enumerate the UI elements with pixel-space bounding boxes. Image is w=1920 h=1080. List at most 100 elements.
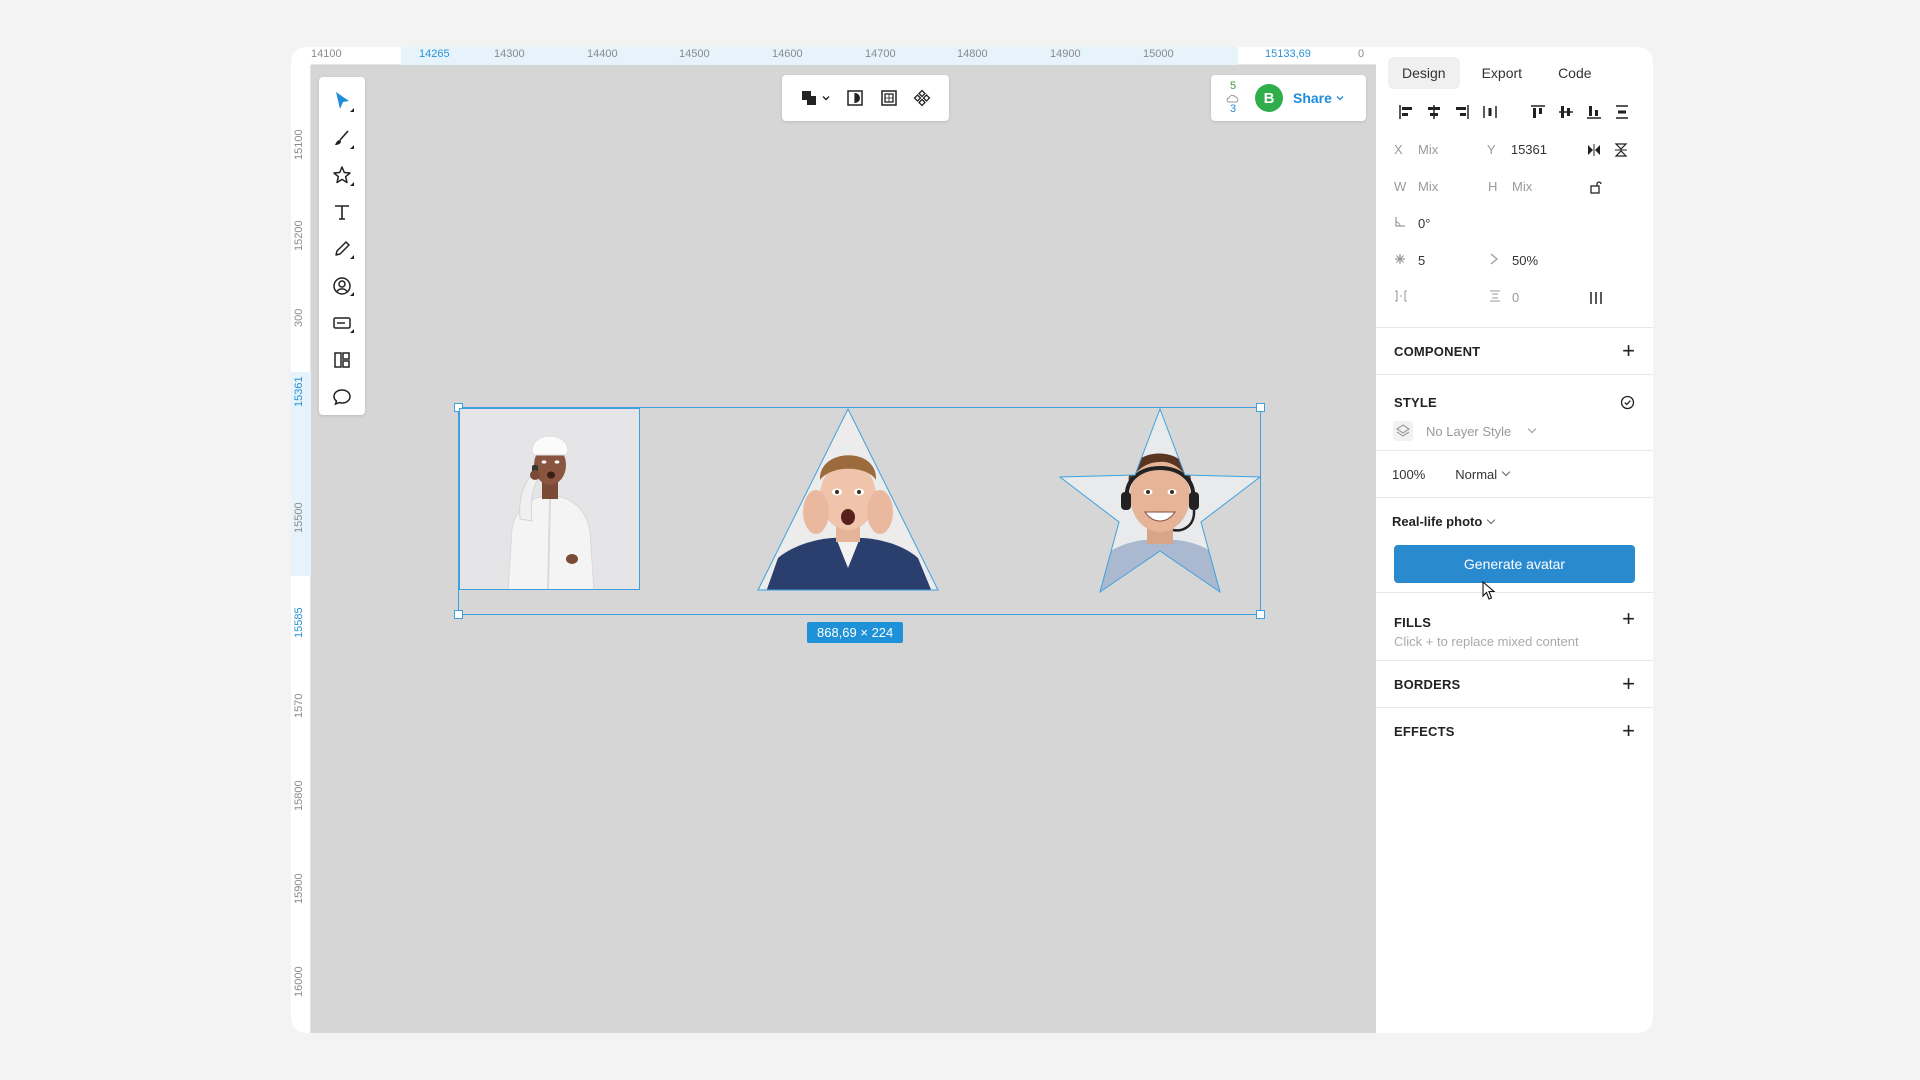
angle-icon bbox=[1395, 217, 1405, 227]
layer-style-icon bbox=[1393, 421, 1413, 441]
y-value: 15361 bbox=[1510, 142, 1547, 157]
editor-window: 14100 14265 14300 14400 14500 14600 1470… bbox=[291, 47, 1653, 1033]
avatar-tool[interactable] bbox=[326, 267, 358, 304]
woman-portrait-image bbox=[460, 409, 639, 589]
layout-columns-button[interactable] bbox=[1582, 286, 1610, 310]
component-section: COMPONENT + bbox=[1376, 327, 1653, 374]
resize-handle-bottom-right[interactable] bbox=[1256, 610, 1265, 619]
x-label: X bbox=[1394, 142, 1403, 157]
avatar-star-image[interactable] bbox=[1059, 408, 1261, 594]
panel-tabs: Design Export Code bbox=[1376, 47, 1653, 93]
user-avatar[interactable]: B bbox=[1255, 84, 1283, 112]
mask-button[interactable] bbox=[846, 89, 864, 107]
ruler-tick: 14300 bbox=[494, 48, 525, 60]
distribute-h-button[interactable] bbox=[1476, 100, 1504, 124]
add-component-button[interactable]: + bbox=[1622, 340, 1635, 362]
distribute-v-button[interactable] bbox=[1608, 100, 1636, 124]
ruler-tick: 15200 bbox=[293, 220, 305, 251]
viewers-up-count: 5 bbox=[1229, 80, 1237, 92]
library-tool[interactable] bbox=[326, 341, 358, 378]
align-left-button[interactable] bbox=[1392, 100, 1420, 124]
align-bottom-button[interactable] bbox=[1580, 100, 1608, 124]
ruler-tick: 14700 bbox=[865, 48, 896, 60]
avatar-kind-select[interactable]: Real-life photo bbox=[1392, 514, 1496, 529]
flip-vertical-button[interactable] bbox=[1607, 138, 1635, 162]
ruler-tick: 15000 bbox=[1143, 48, 1174, 60]
align-right-button[interactable] bbox=[1448, 100, 1476, 124]
avatar-triangle-image[interactable] bbox=[756, 408, 940, 592]
distribute-vertical-icon bbox=[1616, 105, 1628, 119]
resize-handle-bottom-left[interactable] bbox=[454, 610, 463, 619]
alignment-toolbar bbox=[1376, 93, 1653, 131]
share-button[interactable]: Share bbox=[1293, 90, 1345, 106]
proportion-lock-button[interactable] bbox=[1582, 175, 1610, 199]
spacing-icon bbox=[1490, 290, 1500, 302]
comment-icon bbox=[333, 388, 351, 405]
text-tool[interactable] bbox=[326, 194, 358, 231]
comment-tool[interactable] bbox=[326, 378, 358, 415]
brush-tool[interactable] bbox=[326, 120, 358, 157]
add-border-button[interactable]: + bbox=[1622, 673, 1635, 695]
ruler-tick: 14600 bbox=[772, 48, 803, 60]
layer-style-row[interactable]: No Layer Style bbox=[1376, 412, 1653, 450]
mask-icon bbox=[847, 90, 863, 106]
crop-frame-button[interactable] bbox=[880, 89, 898, 107]
opacity-row: 100% Normal bbox=[1376, 450, 1653, 497]
pen-tool[interactable] bbox=[326, 231, 358, 268]
opacity-value[interactable]: 100% bbox=[1392, 467, 1425, 482]
shape-tool[interactable] bbox=[326, 157, 358, 194]
flip-horizontal-button[interactable] bbox=[1580, 138, 1608, 162]
points-field[interactable]: 5 bbox=[1394, 253, 1488, 268]
ruler-tick: 15500 bbox=[293, 502, 305, 533]
viewers-counter[interactable]: 5 3 bbox=[1221, 81, 1245, 115]
ruler-tick: 14400 bbox=[587, 48, 618, 60]
create-component-button[interactable] bbox=[913, 89, 931, 107]
y-field[interactable]: Y 15361 bbox=[1487, 142, 1580, 157]
share-area: 5 3 B Share bbox=[1211, 75, 1366, 121]
chevron-down-icon bbox=[1501, 467, 1511, 477]
component-tool[interactable] bbox=[326, 304, 358, 341]
rotation-field[interactable]: 0° bbox=[1394, 216, 1488, 231]
align-center-h-button[interactable] bbox=[1420, 100, 1448, 124]
ruler-tick: 1570 bbox=[293, 693, 305, 718]
align-top-button[interactable] bbox=[1524, 100, 1552, 124]
spacing-field[interactable]: 0 bbox=[1488, 290, 1582, 305]
tab-code[interactable]: Code bbox=[1544, 57, 1605, 89]
align-center-horizontal-icon bbox=[1428, 105, 1440, 119]
borders-section: BORDERS + bbox=[1376, 660, 1653, 707]
spacing-value: 0 bbox=[1512, 290, 1520, 305]
ruler-tick: 14500 bbox=[679, 48, 710, 60]
ratio-field[interactable]: 50% bbox=[1488, 253, 1582, 268]
tab-export[interactable]: Export bbox=[1468, 57, 1536, 89]
blend-mode-value: Normal bbox=[1455, 466, 1498, 482]
check-circle-icon[interactable] bbox=[1620, 395, 1635, 410]
h-value: Mix bbox=[1512, 179, 1533, 194]
add-fill-button[interactable]: + bbox=[1622, 608, 1635, 630]
boolean-menu-button[interactable] bbox=[800, 89, 831, 107]
ruler-tick: 300 bbox=[293, 308, 305, 327]
avatar-square-image[interactable] bbox=[459, 408, 640, 590]
mouse-cursor-icon bbox=[1482, 581, 1496, 600]
ruler-tick-selection-top: 15361 bbox=[293, 376, 305, 407]
ruler-tick: 16000 bbox=[293, 966, 305, 997]
padding-field[interactable] bbox=[1394, 290, 1488, 305]
borders-title: BORDERS bbox=[1394, 676, 1461, 692]
x-field[interactable]: X Mix bbox=[1394, 142, 1487, 157]
blend-mode-select[interactable]: Normal bbox=[1455, 466, 1511, 482]
position-row: X Mix Y 15361 bbox=[1376, 131, 1653, 168]
w-field[interactable]: W Mix bbox=[1394, 179, 1488, 194]
add-effect-button[interactable]: + bbox=[1622, 720, 1635, 742]
ruler-top: 14100 14265 14300 14400 14500 14600 1470… bbox=[311, 47, 1397, 65]
cursor-arrow-icon bbox=[336, 92, 349, 110]
align-top-icon bbox=[1531, 105, 1545, 118]
rotation-value: 0° bbox=[1418, 216, 1431, 231]
generate-avatar-button[interactable]: Generate avatar bbox=[1394, 545, 1635, 583]
h-field[interactable]: H Mix bbox=[1488, 179, 1582, 194]
align-right-icon bbox=[1456, 105, 1469, 119]
tab-design[interactable]: Design bbox=[1388, 57, 1460, 89]
move-tool[interactable] bbox=[326, 83, 358, 120]
align-middle-button[interactable] bbox=[1552, 100, 1580, 124]
w-label: W bbox=[1394, 179, 1407, 194]
viewers-down-count: 3 bbox=[1229, 103, 1237, 115]
flip-horizontal-icon bbox=[1587, 143, 1600, 156]
